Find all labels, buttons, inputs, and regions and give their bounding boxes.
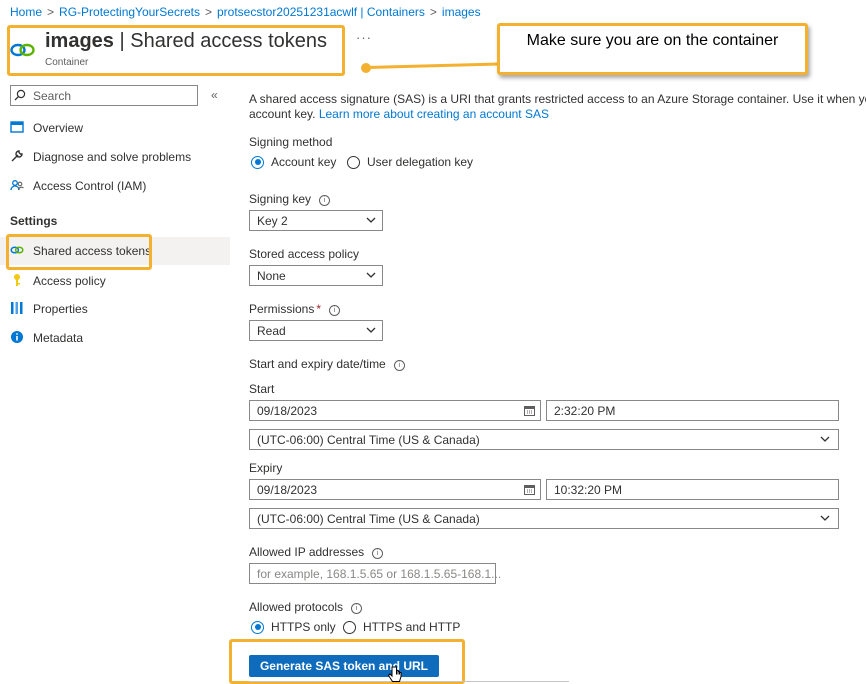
expiry-label: Expiry [249,461,283,475]
sas-description: A shared access signature (SAS) is a URI… [249,92,866,121]
breadcrumb-resource-group[interactable]: RG-ProtectingYourSecrets [59,5,200,19]
calendar-icon[interactable] [524,405,535,416]
sidebar-item-diagnose[interactable]: Diagnose and solve problems [0,143,230,171]
chevron-down-icon [820,515,830,521]
chevron-down-icon [366,327,376,333]
title-highlight-box [7,25,345,76]
properties-icon [11,302,23,314]
overview-icon [10,121,24,133]
expiry-timezone-dropdown[interactable]: (UTC-06:00) Central Time (US & Canada) [249,508,839,529]
learn-more-link[interactable]: Learn more about creating an account SAS [319,107,549,121]
signing-key-label: Signing key i [249,192,331,206]
allowed-ip-input[interactable]: for example, 168.1.5.65 or 168.1.5.65-16… [249,563,501,584]
key-icon [14,274,20,286]
signing-method-label: Signing method [249,135,333,149]
radio-https-only[interactable]: HTTPS only [251,620,336,634]
signing-key-dropdown[interactable]: Key 2 [249,210,383,231]
callout-dot [361,63,371,73]
search-input[interactable]: Search [10,85,198,106]
radio-https-and-http[interactable]: HTTPS and HTTP [343,620,460,634]
sidebar-item-overview[interactable]: Overview [0,114,230,142]
info-tooltip-icon[interactable]: i [351,603,363,614]
breadcrumb: Home > RG-ProtectingYourSecrets > protsecsto… [10,5,481,19]
settings-heading: Settings [10,214,58,228]
calendar-icon[interactable] [524,484,535,495]
info-tooltip-icon[interactable]: i [319,195,331,206]
divider [249,681,569,682]
radio-account-key[interactable]: Account key [251,155,336,169]
breadcrumb-images[interactable]: images [442,5,481,19]
datetime-label: Start and expiry date/time i [249,357,405,371]
search-icon [14,89,26,101]
info-icon [11,331,23,343]
stored-access-policy-label: Stored access policy [249,247,360,261]
hand-cursor-icon [387,666,402,682]
collapse-sidebar-button[interactable]: « [211,88,218,102]
start-label: Start [249,382,275,396]
expiry-date-input[interactable]: 09/18/2023 [249,479,541,500]
chevron-down-icon [366,217,376,223]
start-time-input[interactable]: 2:32:20 PM [546,400,839,421]
sidebar-item-access-control[interactable]: Access Control (IAM) [0,172,230,200]
chevron-down-icon [366,272,376,278]
expiry-time-input[interactable]: 10:32:20 PM [546,479,839,500]
start-date-input[interactable]: 09/18/2023 [249,400,541,421]
people-icon [10,180,24,191]
radio-circle [347,155,360,169]
button-highlight-box [229,639,465,684]
radio-circle [343,620,356,634]
radio-circle [251,155,264,169]
info-tooltip-icon[interactable]: i [372,548,384,559]
wrench-icon [11,150,23,162]
info-tooltip-icon[interactable]: i [329,305,341,316]
sidebar-item-properties[interactable]: Properties [0,295,230,323]
allowed-protocols-label: Allowed protocols i [249,600,363,614]
start-timezone-dropdown[interactable]: (UTC-06:00) Central Time (US & Canada) [249,429,839,450]
callout-connector [366,62,499,69]
radio-circle [251,620,264,634]
stored-access-policy-dropdown[interactable]: None [249,265,383,286]
info-tooltip-icon[interactable]: i [393,360,405,371]
breadcrumb-home[interactable]: Home [10,5,42,19]
sidebar-item-access-policy[interactable]: Access policy [0,267,230,295]
annotation-callout: Make sure you are on the container [497,23,808,75]
breadcrumb-containers[interactable]: protsecstor20251231acwlf | Containers [217,5,425,19]
allowed-ip-label: Allowed IP addresses i [249,545,384,559]
more-options-button[interactable]: ··· [356,30,372,45]
chevron-down-icon [820,436,830,442]
radio-user-delegation-key[interactable]: User delegation key [347,155,473,169]
sidebar-item-metadata[interactable]: Metadata [0,324,230,352]
permissions-dropdown[interactable]: Read [249,320,383,341]
permissions-label: Permissions * i [249,302,341,316]
sidebar-highlight-box [6,234,152,270]
